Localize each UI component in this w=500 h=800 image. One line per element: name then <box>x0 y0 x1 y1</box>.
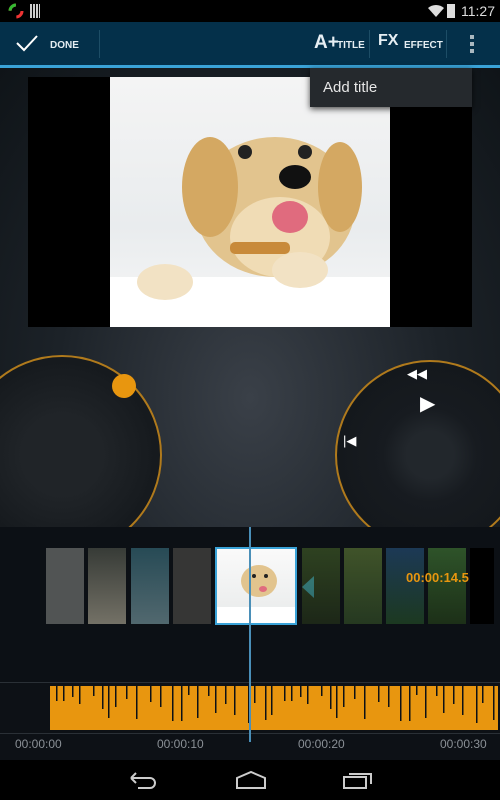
time-label: 00:00:30 <box>440 737 487 751</box>
done-label: DONE <box>50 40 79 51</box>
fx-icon: FX <box>378 32 399 49</box>
selected-clip-thumbnail[interactable] <box>215 547 297 625</box>
overflow-menu: Add title <box>310 68 472 107</box>
clip-thumbnail[interactable] <box>428 548 466 624</box>
playback-control-dial <box>335 360 500 550</box>
effect-button[interactable]: FX EFFECT <box>375 22 445 65</box>
skip-to-start-icon[interactable]: |◀ <box>343 433 356 449</box>
clock: 11:27 <box>461 3 495 19</box>
more-vert-icon <box>470 35 474 53</box>
jog-dial[interactable] <box>0 355 165 555</box>
jog-dial-handle[interactable] <box>112 374 136 398</box>
time-label: 00:00:00 <box>15 737 62 751</box>
action-bar: DONE A+ TITLE FX EFFECT <box>0 22 500 68</box>
playhead[interactable] <box>249 527 251 742</box>
dog-photo <box>110 137 390 327</box>
clip-thumbnail[interactable] <box>302 548 340 624</box>
title-label: TITLE <box>337 40 365 51</box>
play-icon[interactable]: ▶ <box>420 391 435 416</box>
menu-item-add-title[interactable]: Add title <box>323 79 377 96</box>
clip-thumbnail[interactable] <box>173 548 211 624</box>
barcode-notification-icon <box>30 4 40 18</box>
title-button[interactable]: A+ TITLE <box>310 22 368 65</box>
status-bar: 11:27 <box>0 0 500 22</box>
navigation-bar <box>0 760 500 800</box>
done-button[interactable]: DONE <box>0 22 100 65</box>
checkmark-icon <box>16 35 38 52</box>
wifi-icon <box>428 4 444 18</box>
home-icon[interactable] <box>235 770 267 790</box>
clip-thumbnail[interactable] <box>131 548 169 624</box>
preview-image <box>110 77 390 327</box>
clip-thumbnail[interactable] <box>46 548 84 624</box>
clip-thumbnail[interactable] <box>470 548 494 624</box>
rewind-icon[interactable]: ◀◀ <box>407 366 427 382</box>
recent-apps-icon[interactable] <box>343 770 373 790</box>
time-label: 00:00:10 <box>157 737 204 751</box>
overflow-menu-button[interactable] <box>462 32 482 56</box>
back-icon[interactable] <box>128 770 158 790</box>
add-text-icon: A+ <box>314 32 339 53</box>
clip-thumbnail[interactable] <box>344 548 382 624</box>
clip-thumbnail[interactable] <box>386 548 424 624</box>
effect-label: EFFECT <box>404 40 443 51</box>
app-notification-icon <box>8 3 24 19</box>
current-time: 00:00:14.5 <box>406 570 469 585</box>
time-label: 00:00:20 <box>298 737 345 751</box>
battery-icon <box>447 4 455 18</box>
clip-thumbnail[interactable] <box>88 548 126 624</box>
